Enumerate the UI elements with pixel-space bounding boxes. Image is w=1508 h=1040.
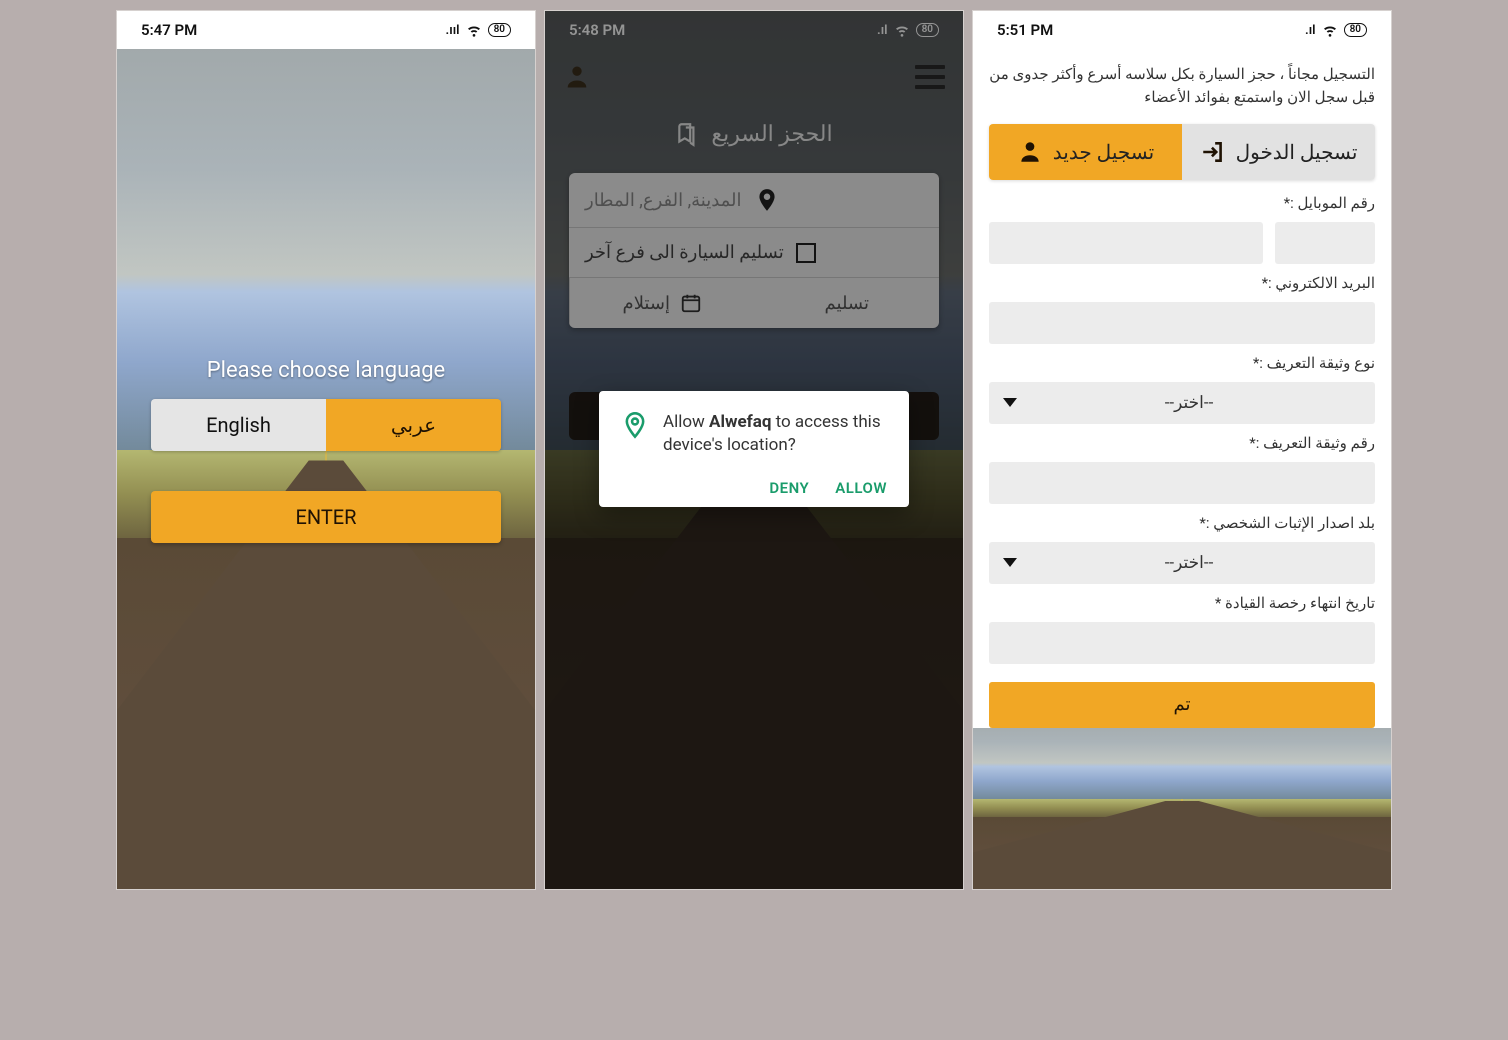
submit-button[interactable]: تم [989, 682, 1375, 728]
permission-text: Allow Alwefaq to access this device's lo… [663, 411, 887, 457]
id-type-select[interactable]: --اختر-- [989, 382, 1375, 424]
email-input[interactable] [989, 302, 1375, 344]
license-expiry-input[interactable] [989, 622, 1375, 664]
registration-description: التسجيل مجاناً ، حجز السيارة بكل سلاسه أ… [989, 63, 1375, 110]
location-permission-dialog: Allow Alwefaq to access this device's lo… [599, 391, 909, 507]
screen-registration: 5:51 PM .ıl 80 التسجيل مجاناً ، حجز السي… [972, 10, 1392, 890]
language-toggle: English عربي [151, 399, 501, 451]
status-bar: 5:47 PM .ııl 80 [117, 11, 535, 49]
deny-button[interactable]: DENY [769, 479, 809, 497]
background-image [973, 709, 1391, 889]
login-tab[interactable]: تسجيل الدخول [1182, 124, 1375, 180]
id-country-select[interactable]: --اختر-- [989, 542, 1375, 584]
user-icon [1017, 139, 1043, 165]
auth-tabs: تسجيل جديد تسجيل الدخول [989, 124, 1375, 180]
status-time: 5:51 PM [997, 21, 1053, 39]
country-code-input[interactable] [1275, 222, 1375, 264]
mobile-label: رقم الموبايل :* [989, 194, 1375, 212]
enter-button[interactable]: ENTER [151, 491, 501, 543]
permission-app-name: Alwefaq [709, 412, 771, 432]
screen-quick-booking: 5:48 PM .ıl 80 الحجز السريع المدينة, الف… [544, 10, 964, 890]
mobile-input[interactable] [989, 222, 1263, 264]
login-tab-label: تسجيل الدخول [1236, 140, 1358, 164]
status-indicators: .ıl 80 [1305, 22, 1367, 38]
id-country-value: --اختر-- [1165, 553, 1214, 573]
chevron-down-icon [1003, 398, 1017, 407]
id-number-input[interactable] [989, 462, 1375, 504]
email-label: البريد الالكتروني :* [989, 274, 1375, 292]
register-tab[interactable]: تسجيل جديد [989, 124, 1182, 180]
chevron-down-icon [1003, 558, 1017, 567]
id-type-label: نوع وثيقة التعريف :* [989, 354, 1375, 372]
battery-indicator: 80 [1344, 23, 1367, 37]
login-icon [1200, 139, 1226, 165]
language-arabic-button[interactable]: عربي [326, 399, 501, 451]
language-english-button[interactable]: English [151, 399, 326, 451]
battery-indicator: 80 [488, 23, 511, 37]
signal-icon: .ııl [446, 23, 460, 38]
register-tab-label: تسجيل جديد [1053, 140, 1154, 164]
status-time: 5:47 PM [141, 21, 197, 39]
permission-text-pre: Allow [663, 412, 709, 432]
dialog-location-icon [621, 411, 649, 439]
id-type-value: --اختر-- [1165, 393, 1214, 413]
status-bar: 5:51 PM .ıl 80 [973, 11, 1391, 49]
screen-language-select: 5:47 PM .ııl 80 Please choose language E… [116, 10, 536, 890]
license-expiry-label: تاريخ انتهاء رخصة القيادة * [989, 594, 1375, 612]
wifi-icon [466, 22, 482, 38]
allow-button[interactable]: ALLOW [835, 479, 887, 497]
signal-icon: .ıl [1305, 23, 1316, 38]
id-number-label: رقم وثيقة التعريف :* [989, 434, 1375, 452]
choose-language-label: Please choose language [207, 358, 445, 383]
status-indicators: .ııl 80 [446, 22, 511, 38]
id-country-label: بلد اصدار الإثبات الشخصي :* [989, 514, 1375, 532]
wifi-icon [1322, 22, 1338, 38]
